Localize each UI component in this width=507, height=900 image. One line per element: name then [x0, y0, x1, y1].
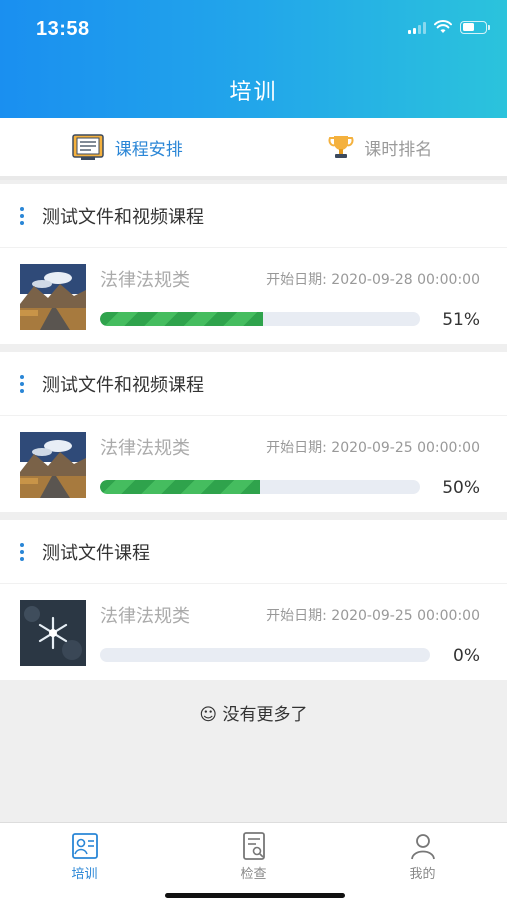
course-title-row: 测试文件和视频课程 [0, 352, 507, 416]
more-dots-icon [20, 374, 24, 393]
nav-inspection[interactable]: 检查 [169, 823, 338, 900]
progress-percent: 50% [442, 478, 480, 498]
progress-percent: 51% [442, 310, 480, 330]
status-icons [408, 20, 490, 34]
course-title: 测试文件和视频课程 [42, 374, 204, 396]
course-title-row: 测试文件和视频课程 [0, 184, 507, 248]
page-title: 培训 [229, 80, 278, 105]
inspection-icon [242, 832, 265, 860]
course-thumbnail [20, 264, 86, 330]
course-list: 测试文件和视频课程 法律法规类 开始日期: 2020-09-28 00:00:0… [0, 184, 507, 688]
course-title: 测试文件和视频课程 [42, 206, 204, 228]
status-time: 13:58 [36, 18, 90, 40]
progress-bar [100, 312, 420, 326]
course-thumbnail [20, 432, 86, 498]
course-body: 法律法规类 开始日期: 2020-09-25 00:00:00 0% [0, 584, 507, 680]
battery-icon [460, 20, 490, 34]
course-card[interactable]: 测试文件和视频课程 法律法规类 开始日期: 2020-09-25 00:00:0… [0, 352, 507, 512]
course-body: 法律法规类 开始日期: 2020-09-28 00:00:00 51% [0, 248, 507, 344]
course-card[interactable]: 测试文件课程 法律法规类 开始日期: 2020-09-25 00:00:00 0… [0, 520, 507, 680]
nav-label: 检查 [240, 867, 267, 882]
wifi-icon [434, 20, 452, 33]
more-dots-icon [20, 206, 24, 225]
tab-bar: 课程安排 课时排名 [0, 118, 507, 180]
course-category: 法律法规类 [100, 438, 190, 459]
course-category: 法律法规类 [100, 606, 190, 627]
profile-icon [410, 834, 435, 860]
cellular-signal-icon [408, 20, 426, 34]
nav-profile[interactable]: 我的 [338, 823, 507, 900]
tab-hours-ranking[interactable]: 课时排名 [254, 118, 507, 176]
trophy-icon [328, 136, 354, 158]
tab-label: 课时排名 [364, 139, 433, 160]
progress-bar [100, 648, 430, 662]
progress-fill [100, 480, 260, 494]
bottom-nav: 培训 检查 我的 [0, 822, 507, 900]
course-start-date: 开始日期: 2020-09-25 00:00:00 [266, 608, 480, 624]
course-start-date: 开始日期: 2020-09-25 00:00:00 [266, 440, 480, 456]
tab-label: 课程安排 [114, 139, 183, 160]
training-icon [71, 833, 98, 859]
tab-course-schedule[interactable]: 课程安排 [0, 118, 254, 176]
nav-label: 培训 [71, 867, 98, 882]
progress-bar [100, 480, 420, 494]
course-start-date: 开始日期: 2020-09-28 00:00:00 [266, 272, 480, 288]
progress-percent: 0% [453, 646, 480, 666]
course-thumbnail [20, 600, 86, 666]
app-header: 13:58 培训 [0, 0, 507, 118]
no-more-message: ☺ 没有更多了 [199, 705, 308, 725]
progress-fill [100, 312, 264, 326]
nav-training[interactable]: 培训 [0, 823, 169, 900]
course-title-row: 测试文件课程 [0, 520, 507, 584]
schedule-doc-icon [72, 134, 104, 160]
more-dots-icon [20, 542, 24, 561]
home-indicator [165, 893, 345, 898]
course-category: 法律法规类 [100, 270, 190, 291]
nav-label: 我的 [409, 867, 436, 882]
course-title: 测试文件课程 [42, 542, 150, 564]
course-body: 法律法规类 开始日期: 2020-09-25 00:00:00 50% [0, 416, 507, 512]
course-card[interactable]: 测试文件和视频课程 法律法规类 开始日期: 2020-09-28 00:00:0… [0, 184, 507, 344]
